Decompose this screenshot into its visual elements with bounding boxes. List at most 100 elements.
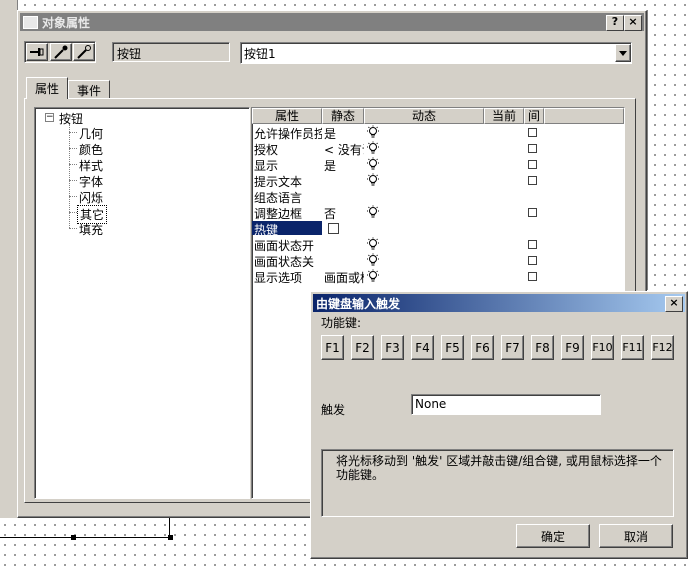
fkey-f1[interactable]: F1 (321, 335, 344, 360)
col-header-filler (544, 108, 624, 124)
tree-item-font[interactable]: 字体 (79, 173, 103, 190)
object-name-dropdown[interactable] (615, 44, 631, 62)
tree-branch (69, 132, 77, 133)
table-row[interactable]: 显示 是 (252, 156, 624, 173)
interval-checkbox[interactable] (528, 208, 537, 217)
resize-handle[interactable] (168, 535, 173, 540)
background-panel-bottom (0, 438, 18, 518)
main-title: 对象属性 (42, 15, 91, 30)
dynamic-bulb-icon[interactable] (366, 269, 380, 283)
object-type: 按钮 (117, 47, 142, 61)
interval-checkbox[interactable] (528, 272, 537, 281)
background-line (0, 537, 172, 538)
category-tree: − 按钮 几何 颜色 样式 字体 闪烁 其它 填充 (34, 107, 250, 499)
hint-text: 将光标移动到 '触发' 区域并敲击键/组合键, 或用鼠标选择一个功能键。 (336, 454, 662, 482)
dynamic-bulb-icon[interactable] (366, 141, 380, 155)
object-name: 按钮1 (244, 47, 276, 61)
tab-events-label: 事件 (76, 84, 101, 98)
object-name-combo[interactable]: 按钮1 (240, 42, 632, 64)
tree-item-color[interactable]: 颜色 (79, 141, 103, 158)
interval-checkbox[interactable] (528, 240, 537, 249)
table-row[interactable]: 画面状态关 (252, 252, 624, 269)
tree-branch (69, 164, 77, 165)
dialog-title: 由键盘输入触发 (316, 296, 401, 311)
col-header-dynamic[interactable]: 动态 (364, 108, 484, 124)
tree-branch (69, 212, 77, 213)
background-panel-left (0, 0, 18, 438)
interval-checkbox[interactable] (528, 176, 537, 185)
chevron-down-icon (619, 50, 627, 56)
trigger-label: 触发 (321, 403, 346, 417)
interval-checkbox[interactable] (528, 144, 537, 153)
static-checkbox[interactable] (328, 223, 339, 234)
tree-branch (69, 180, 77, 181)
pin-icon (30, 48, 44, 56)
help-button[interactable]: ? (606, 15, 624, 31)
tree-item-style[interactable]: 样式 (79, 157, 103, 174)
table-row[interactable]: 调整边框 否 (252, 204, 624, 221)
prop-name: 显示选项 (254, 271, 303, 285)
fkey-f2[interactable]: F2 (351, 335, 374, 360)
table-row[interactable]: 显示选项 画面或框 (252, 268, 624, 285)
fkey-f7[interactable]: F7 (501, 335, 524, 360)
fkey-f5[interactable]: F5 (441, 335, 464, 360)
table-row[interactable]: 提示文本 (252, 172, 624, 189)
interval-checkbox[interactable] (528, 256, 537, 265)
col-header-current[interactable]: 当前 (484, 108, 524, 124)
tab-properties-label: 属性 (34, 82, 59, 96)
fkey-f6[interactable]: F6 (471, 335, 494, 360)
fkey-f8[interactable]: F8 (531, 335, 554, 360)
interval-checkbox[interactable] (528, 160, 537, 169)
close-button[interactable]: × (624, 15, 642, 31)
table-row[interactable]: 允许操作员控 是 (252, 124, 624, 141)
dynamic-bulb-icon[interactable] (366, 205, 380, 219)
dynamic-bulb-icon[interactable] (366, 157, 380, 171)
tree-branch (69, 228, 77, 229)
table-row[interactable]: 画面状态开 (252, 236, 624, 253)
interval-checkbox[interactable] (528, 128, 537, 137)
tab-properties[interactable]: 属性 (26, 77, 68, 99)
window-app-icon (23, 15, 38, 29)
fkey-f3[interactable]: F3 (381, 335, 404, 360)
dialog-titlebar[interactable]: 由键盘输入触发 (313, 294, 685, 312)
hint-box: 将光标移动到 '触发' 区域并敲击键/组合键, 或用鼠标选择一个功能键。 (321, 449, 674, 517)
dynamic-bulb-icon[interactable] (366, 125, 380, 139)
paste-format-button[interactable] (73, 43, 95, 61)
col-header-static[interactable]: 静态 (322, 108, 364, 124)
dialog-close-button[interactable]: × (665, 296, 683, 312)
tree-expander[interactable]: − (45, 113, 54, 122)
cancel-button[interactable]: 取消 (599, 524, 673, 548)
pipette-icon (54, 45, 68, 59)
fkey-f12[interactable]: F12 (651, 335, 674, 360)
fkey-f9[interactable]: F9 (561, 335, 584, 360)
pipette-paste-icon (77, 45, 91, 59)
tree-item-fill[interactable]: 填充 (79, 221, 103, 238)
tab-events[interactable]: 事件 (68, 80, 110, 98)
col-header-interval[interactable]: 间 (524, 108, 544, 124)
tree-branch (69, 148, 77, 149)
tree-item-geometry[interactable]: 几何 (79, 125, 103, 142)
tree-branch (69, 196, 77, 197)
tree-item-flash[interactable]: 闪烁 (79, 189, 103, 206)
dynamic-bulb-icon[interactable] (366, 173, 380, 187)
fkey-f10[interactable]: F10 (591, 335, 614, 360)
prop-static: 画面或框 (324, 271, 364, 285)
table-row[interactable]: 授权 < 没有访 (252, 140, 624, 157)
dynamic-bulb-icon[interactable] (366, 237, 380, 251)
trigger-input[interactable]: None (411, 394, 601, 415)
copy-format-button[interactable] (50, 43, 72, 61)
fkey-f11[interactable]: F11 (621, 335, 644, 360)
object-type-field: 按钮 (112, 42, 230, 62)
trigger-value: None (415, 397, 447, 411)
table-row[interactable]: 组态语言 (252, 188, 624, 205)
resize-handle[interactable] (71, 535, 76, 540)
main-titlebar[interactable]: 对象属性 (20, 13, 644, 31)
fkeys-label: 功能键: (321, 316, 362, 330)
ok-button[interactable]: 确定 (516, 524, 590, 548)
pin-button[interactable] (26, 43, 48, 61)
prop-name: 热键 (252, 221, 322, 235)
dynamic-bulb-icon[interactable] (366, 253, 380, 267)
table-row-selected[interactable]: 热键 (252, 220, 624, 236)
fkey-f4[interactable]: F4 (411, 335, 434, 360)
col-header-property[interactable]: 属性 (252, 108, 322, 124)
